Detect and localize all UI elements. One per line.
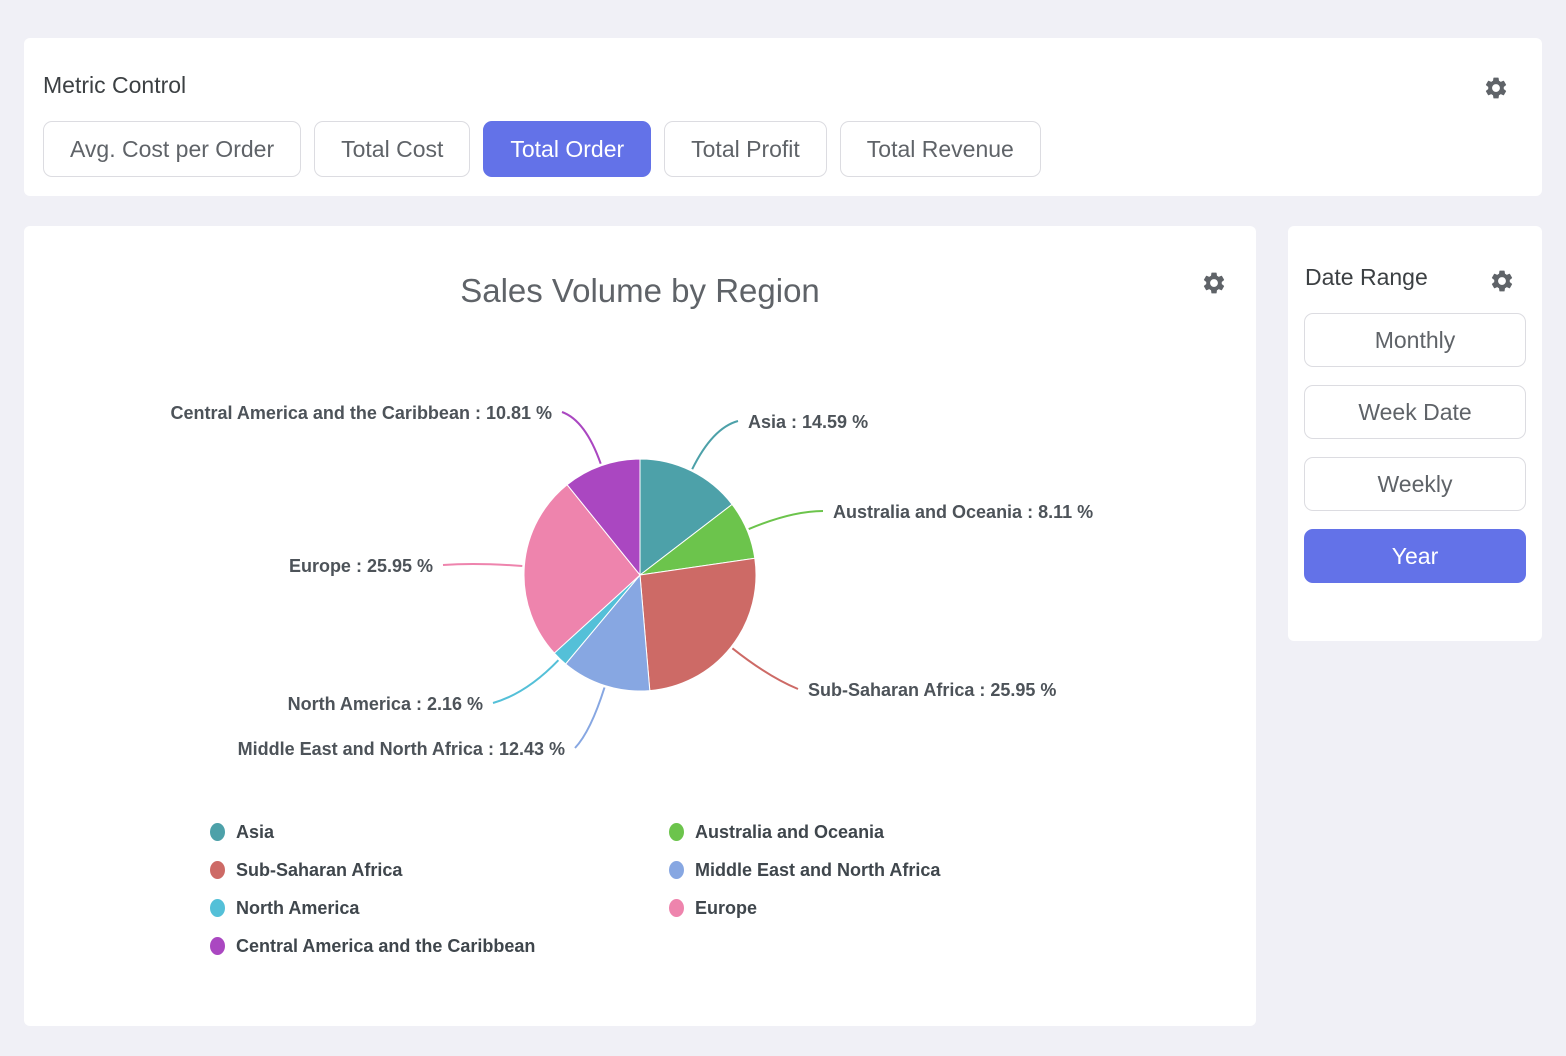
date-button-monthly[interactable]: Monthly bbox=[1304, 313, 1526, 367]
pie-leader-line-australia-and-oceania bbox=[749, 511, 823, 529]
legend-dot-icon bbox=[210, 899, 225, 917]
pie-leader-line-middle-east-and-north-africa bbox=[575, 688, 605, 749]
legend-item-asia[interactable]: Asia bbox=[210, 820, 669, 844]
legend-item-middle-east-and-north-africa[interactable]: Middle East and North Africa bbox=[669, 858, 940, 882]
date-range-title: Date Range bbox=[1305, 264, 1428, 291]
metric-settings-button[interactable] bbox=[1483, 75, 1509, 101]
pie-slice-sub-saharan-africa[interactable] bbox=[640, 558, 756, 690]
legend-label: North America bbox=[236, 898, 359, 919]
metric-button-total-cost[interactable]: Total Cost bbox=[314, 121, 470, 177]
legend-label: Australia and Oceania bbox=[695, 822, 884, 843]
metric-control-title: Metric Control bbox=[43, 72, 186, 99]
legend-dot-icon bbox=[210, 861, 225, 879]
pie-leader-line-asia bbox=[692, 421, 738, 469]
pie-label-sub-saharan-africa: Sub-Saharan Africa : 25.95 % bbox=[808, 680, 1056, 700]
legend-dot-icon bbox=[669, 823, 684, 841]
legend-dot-icon bbox=[669, 861, 684, 879]
date-button-year[interactable]: Year bbox=[1304, 529, 1526, 583]
pie-label-europe: Europe : 25.95 % bbox=[289, 556, 433, 576]
pie-leader-line-north-america bbox=[493, 660, 558, 703]
legend-item-central-america-and-the-caribbean[interactable]: Central America and the Caribbean bbox=[210, 934, 669, 958]
legend-item-sub-saharan-africa[interactable]: Sub-Saharan Africa bbox=[210, 858, 669, 882]
pie-label-north-america: North America : 2.16 % bbox=[288, 694, 483, 714]
date-range-settings-button[interactable] bbox=[1489, 268, 1515, 294]
legend-dot-icon bbox=[210, 823, 225, 841]
pie-label-australia-and-oceania: Australia and Oceania : 8.11 % bbox=[833, 502, 1093, 522]
pie-label-central-america-and-the-caribbean: Central America and the Caribbean : 10.8… bbox=[171, 403, 552, 423]
metric-button-avg-cost-per-order[interactable]: Avg. Cost per Order bbox=[43, 121, 301, 177]
pie-leader-line-central-america-and-the-caribbean bbox=[562, 412, 601, 464]
date-range-panel: Date Range Monthly Week Date Weekly Year bbox=[1288, 226, 1542, 641]
metric-button-total-order[interactable]: Total Order bbox=[483, 121, 651, 177]
legend-label: Europe bbox=[695, 898, 757, 919]
gear-icon bbox=[1489, 268, 1515, 294]
legend-label: Central America and the Caribbean bbox=[236, 936, 535, 957]
pie-leader-line-europe bbox=[443, 564, 522, 566]
metric-button-row: Avg. Cost per OrderTotal CostTotal Order… bbox=[43, 121, 1041, 177]
legend-label: Middle East and North Africa bbox=[695, 860, 940, 881]
metric-button-total-revenue[interactable]: Total Revenue bbox=[840, 121, 1041, 177]
pie-label-asia: Asia : 14.59 % bbox=[748, 412, 868, 432]
date-button-column: Monthly Week Date Weekly Year bbox=[1304, 313, 1526, 583]
pie-leader-line-sub-saharan-africa bbox=[732, 648, 798, 689]
metric-control-panel: Metric Control Avg. Cost per OrderTotal … bbox=[24, 38, 1542, 196]
pie-label-middle-east-and-north-africa: Middle East and North Africa : 12.43 % bbox=[238, 739, 565, 759]
gear-icon bbox=[1483, 75, 1509, 101]
legend-dot-icon bbox=[669, 899, 684, 917]
legend-label: Asia bbox=[236, 822, 274, 843]
legend-label: Sub-Saharan Africa bbox=[236, 860, 402, 881]
legend-item-north-america[interactable]: North America bbox=[210, 896, 669, 920]
date-button-weekly[interactable]: Weekly bbox=[1304, 457, 1526, 511]
sales-volume-chart-panel: Sales Volume by Region Asia : 14.59 %Aus… bbox=[24, 226, 1256, 1026]
chart-legend: Asia Australia and Oceania Sub-Saharan Afr… bbox=[210, 820, 940, 958]
legend-item-australia-and-oceania[interactable]: Australia and Oceania bbox=[669, 820, 940, 844]
metric-button-total-profit[interactable]: Total Profit bbox=[664, 121, 827, 177]
date-button-week-date[interactable]: Week Date bbox=[1304, 385, 1526, 439]
legend-dot-icon bbox=[210, 937, 225, 955]
legend-item-europe[interactable]: Europe bbox=[669, 896, 940, 920]
